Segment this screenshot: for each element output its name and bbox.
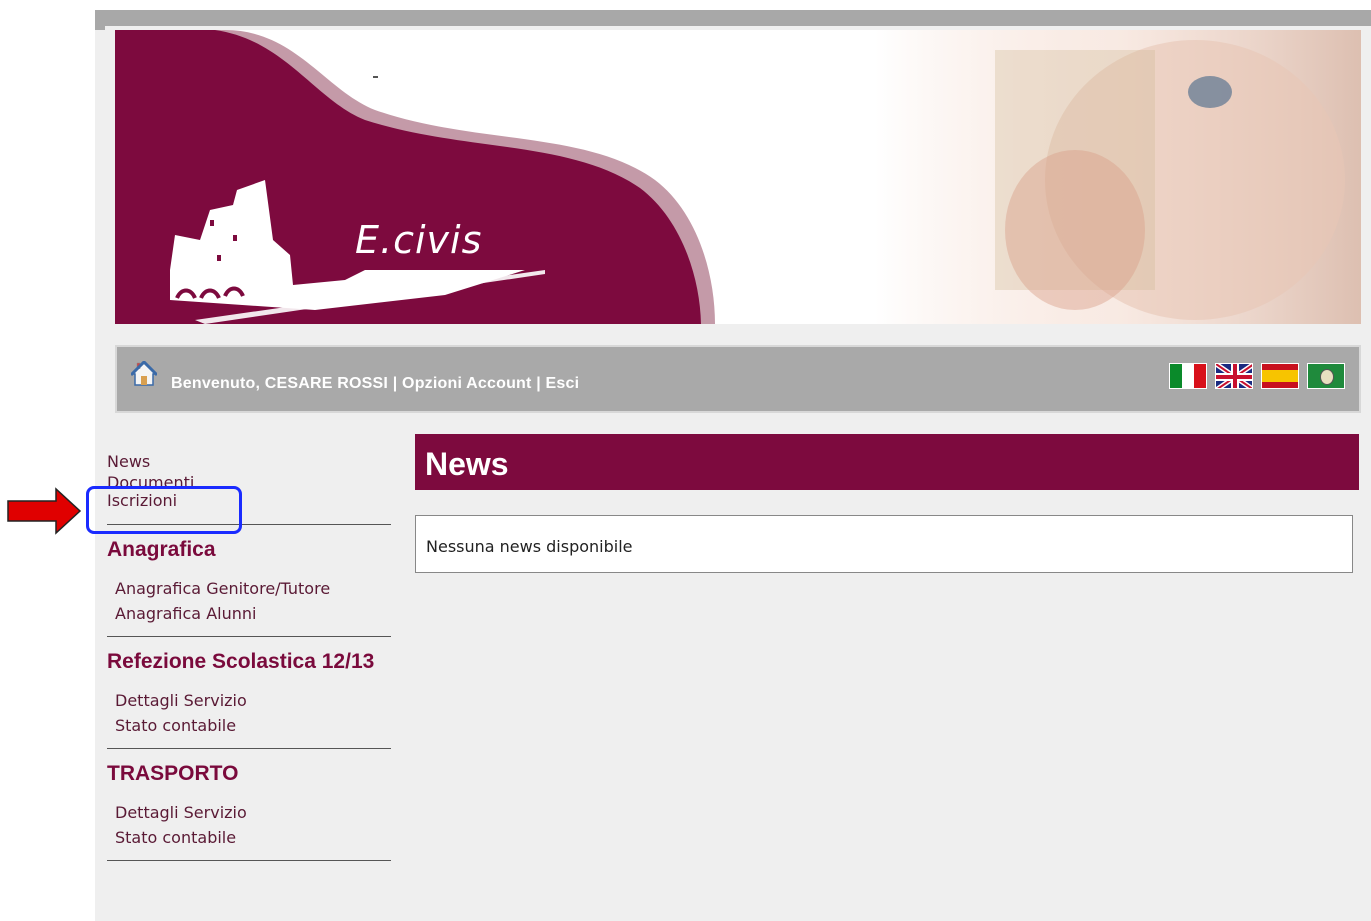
- sidebar-divider: [107, 860, 391, 861]
- header-banner: E.civis: [115, 30, 1361, 324]
- page-title: News: [425, 446, 509, 482]
- italian-flag-icon[interactable]: [1169, 363, 1207, 389]
- spanish-flag-icon[interactable]: [1261, 363, 1299, 389]
- home-icon[interactable]: [131, 361, 157, 387]
- empty-news-message: Nessuna news disponibile: [426, 537, 633, 556]
- account-options-link[interactable]: Opzioni Account: [402, 375, 532, 392]
- language-flags: [1169, 363, 1345, 389]
- section-heading: Refezione Scolastica 12/13: [107, 650, 375, 673]
- ecivis-logo: E.civis: [355, 218, 483, 262]
- uk-flag-icon[interactable]: [1215, 363, 1253, 389]
- sidebar-item-dettagli-servizio[interactable]: Dettagli Servizio: [115, 688, 391, 713]
- section-items: Dettagli Servizio Stato contabile: [107, 800, 391, 850]
- welcome-text: Benvenuto, CESARE ROSSI: [171, 375, 389, 392]
- logout-link[interactable]: Esci: [546, 375, 580, 392]
- user-bar: Benvenuto, CESARE ROSSI | Opzioni Accoun…: [115, 345, 1361, 413]
- sidebar-section-anagrafica: Anagrafica Anagrafica Genitore/Tutore An…: [107, 524, 391, 626]
- banner-dash: [373, 76, 378, 78]
- sidebar-item-stato-contabile[interactable]: Stato contabile: [115, 713, 391, 738]
- regional-flag-icon[interactable]: [1307, 363, 1345, 389]
- sidebar-item-anagrafica-genitore[interactable]: Anagrafica Genitore/Tutore: [115, 576, 391, 601]
- sidebar-item-dettagli-servizio[interactable]: Dettagli Servizio: [115, 800, 391, 825]
- highlight-box: [86, 486, 242, 534]
- sidebar-item-anagrafica-alunni[interactable]: Anagrafica Alunni: [115, 601, 391, 626]
- section-heading: Anagrafica: [107, 538, 216, 561]
- news-box: Nessuna news disponibile: [415, 515, 1353, 573]
- separator: |: [531, 375, 546, 392]
- separator: |: [388, 375, 403, 392]
- section-heading: TRASPORTO: [107, 762, 239, 785]
- sidebar-section-refezione: Refezione Scolastica 12/13 Dettagli Serv…: [107, 636, 391, 738]
- section-items: Anagrafica Genitore/Tutore Anagrafica Al…: [107, 576, 391, 626]
- red-arrow-icon: [7, 487, 82, 535]
- banner-artwork: [115, 30, 1361, 324]
- sidebar-section-trasporto: TRASPORTO Dettagli Servizio Stato contab…: [107, 748, 391, 850]
- sidebar-item-stato-contabile[interactable]: Stato contabile: [115, 825, 391, 850]
- user-links: Benvenuto, CESARE ROSSI | Opzioni Accoun…: [171, 375, 579, 393]
- section-items: Dettagli Servizio Stato contabile: [107, 688, 391, 738]
- news-header: News: [415, 434, 1359, 490]
- sidebar-item-news[interactable]: News: [107, 450, 391, 474]
